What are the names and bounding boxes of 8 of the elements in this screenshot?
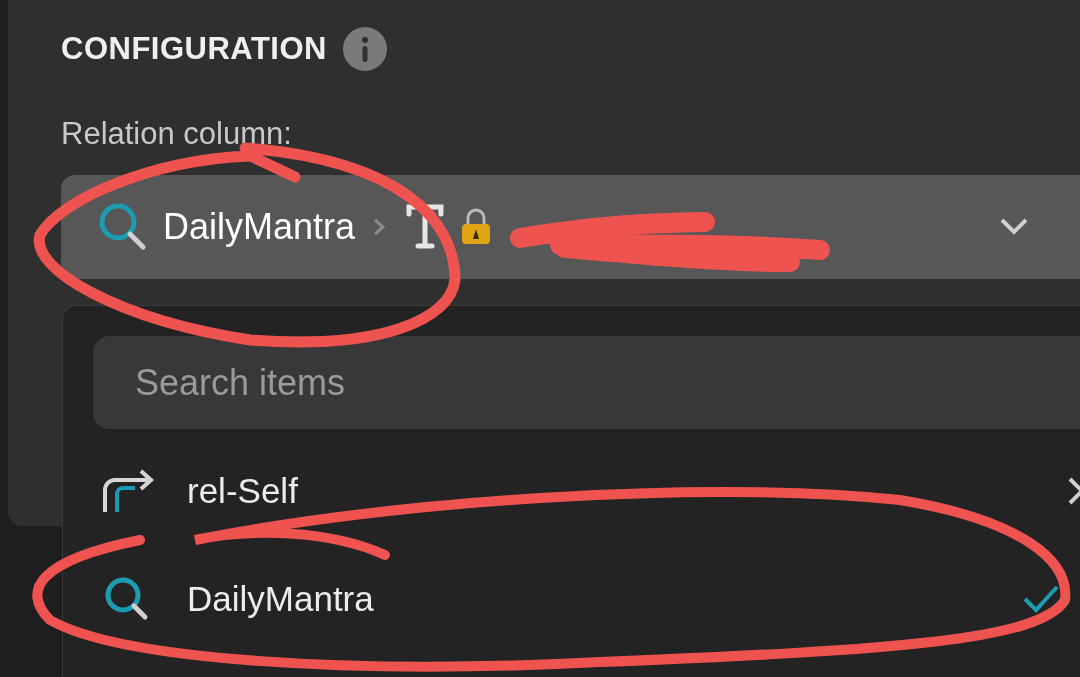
field-label: Relation column: <box>61 114 293 153</box>
selected-value: DailyMantra <box>163 205 356 249</box>
dropdown-item[interactable]: DailyMantra <box>93 545 1080 653</box>
dropdown-item[interactable]: rel-Self <box>93 437 1080 545</box>
search-field[interactable]: Search items <box>93 336 1080 429</box>
info-icon[interactable] <box>342 27 387 72</box>
text-type-icon <box>405 204 446 250</box>
panel-title: CONFIGURATION <box>61 30 327 68</box>
